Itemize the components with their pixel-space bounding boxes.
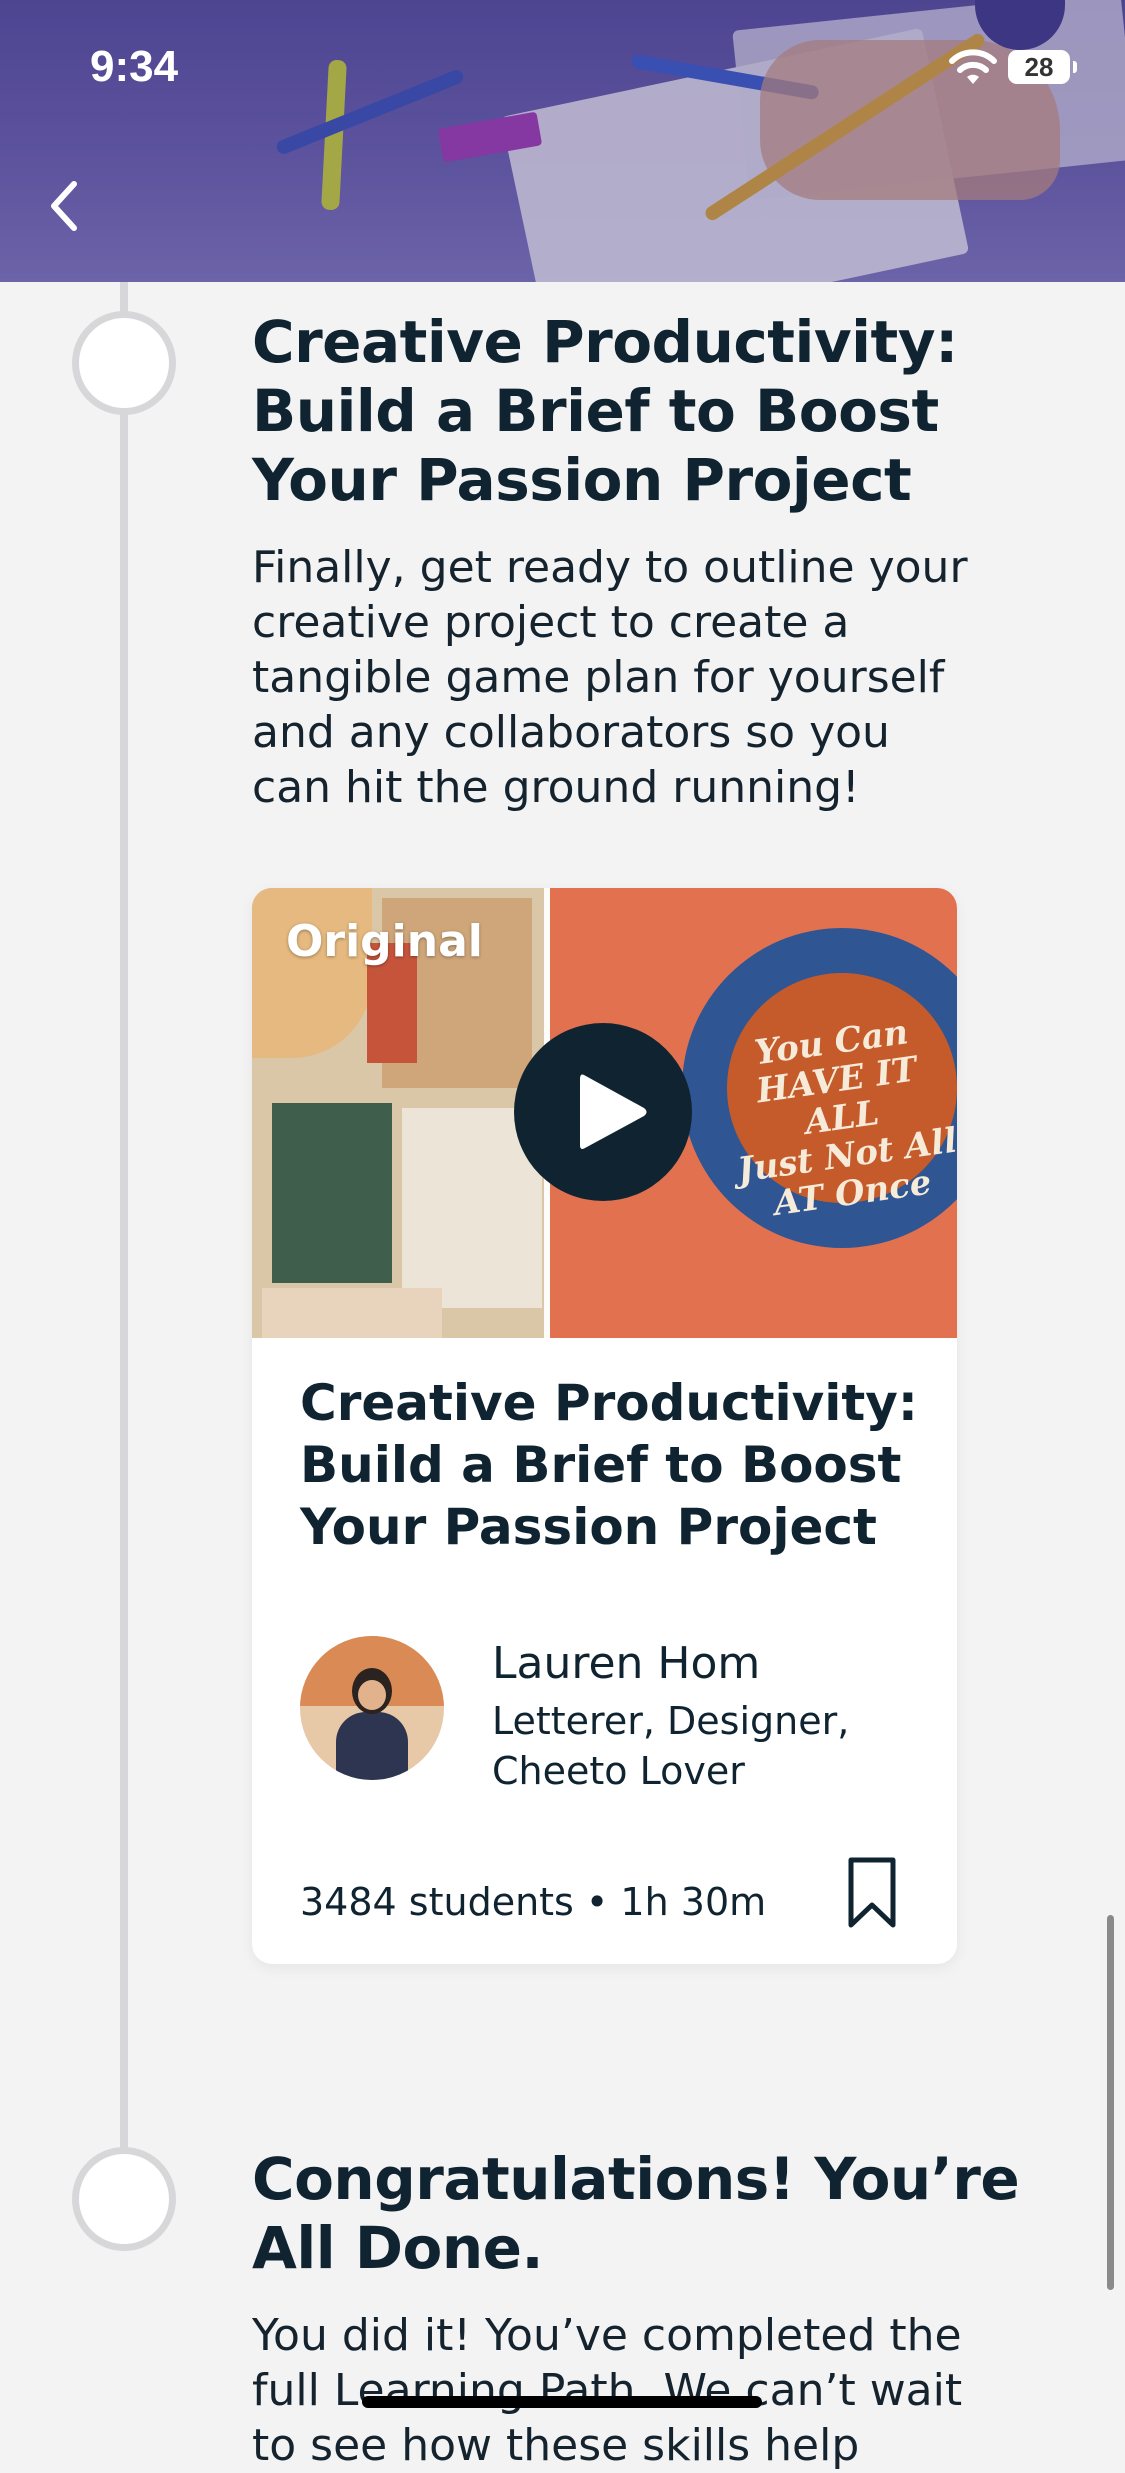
timeline-rail [120,282,128,2152]
class-meta: 3484 students • 1h 30m [300,1880,767,1924]
battery-level: 28 [1024,52,1054,82]
class-thumbnail[interactable]: You Can HAVE IT ALL Just Not All AT Once… [252,888,957,1338]
collage-shape [252,888,372,1058]
timeline-node [72,311,176,415]
teacher-name[interactable]: Lauren Hom [492,1638,760,1689]
avatar-body [336,1712,408,1780]
step-description: Finally, get ready to outline your creat… [252,542,968,813]
timeline-node [72,2147,176,2251]
avatar-face [358,1680,386,1710]
class-title[interactable]: Creative Productivity: Build a Brief to … [300,1372,940,1558]
status-time: 9:34 [90,42,179,91]
original-badge: Original [286,916,483,967]
play-icon [580,1074,647,1149]
battery-icon: 28 [1008,50,1077,84]
teacher-role: Letterer, Designer, Cheeto Lover [492,1699,850,1793]
collage-shape [272,1103,392,1283]
step-title: Congratulations! You’re All Done. [252,2145,1020,2282]
scrollbar[interactable] [1107,1915,1114,2290]
avatar[interactable] [300,1636,444,1780]
play-button[interactable] [514,1023,692,1201]
class-card[interactable]: You Can HAVE IT ALL Just Not All AT Once… [252,888,957,1964]
thumbnail-lettering: You Can HAVE IT ALL Just Not All AT Once [735,1012,957,1225]
wifi-icon [949,49,997,84]
collage-shape [262,1288,442,1338]
home-indicator[interactable] [362,2396,762,2408]
chevron-left-icon[interactable] [42,176,86,236]
bookmark-icon[interactable] [846,1856,898,1930]
status-bar: 9:34 28 [0,0,1125,140]
step-description: You did it! You’ve completed the full Le… [252,2310,963,2471]
step-title: Creative Productivity: Build a Brief to … [252,308,958,514]
